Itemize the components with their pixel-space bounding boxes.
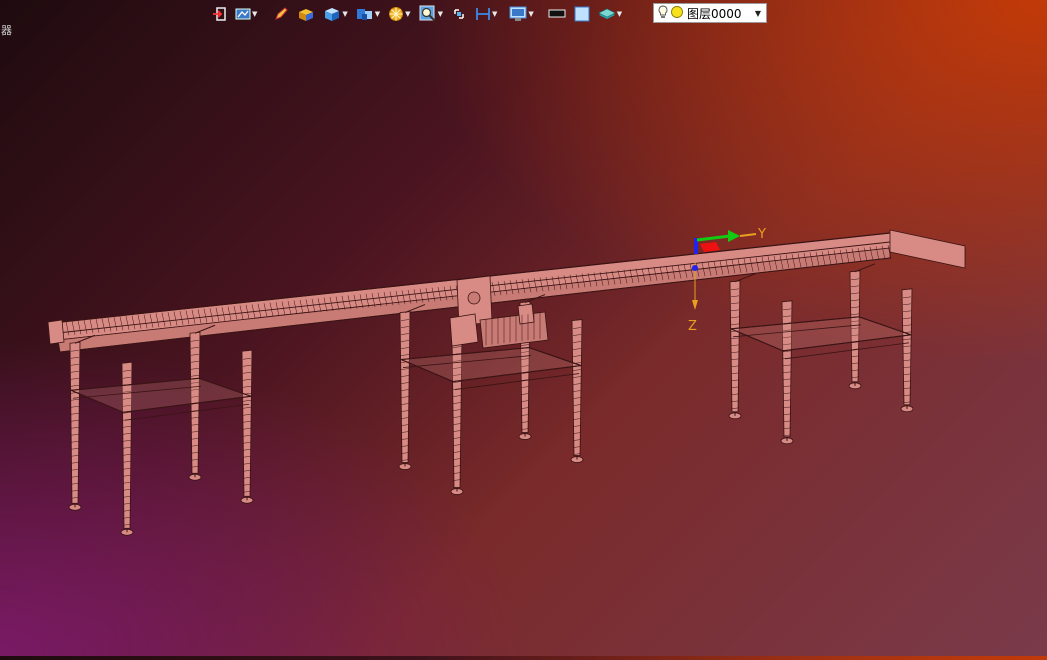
motor-housing [449, 313, 479, 347]
chevron-down-icon: ▼ [437, 9, 443, 18]
layer-select[interactable]: 图层0000 ▼ [653, 3, 767, 23]
render-sphere-icon [388, 6, 404, 22]
chevron-down-icon: ▼ [252, 9, 258, 18]
frame-left-leg [69, 341, 81, 504]
monitor-settings-icon [509, 6, 527, 22]
z-axis-marker [692, 265, 698, 271]
y-axis-extension [739, 233, 757, 237]
chevron-down-icon: ▼ [405, 9, 411, 18]
z-axis-label: Z [688, 319, 697, 334]
zoom-button[interactable]: ▼ [416, 4, 446, 24]
view-cube-button[interactable]: ▼ [320, 4, 350, 24]
chevron-down-icon: ▼ [342, 9, 348, 18]
fill-color-button[interactable] [571, 4, 593, 24]
dimension-icon [475, 6, 491, 22]
exit-arrow-button[interactable] [208, 4, 230, 24]
fill-color-icon [574, 6, 590, 22]
drive-hole [467, 291, 481, 305]
rotate-icon [451, 6, 467, 22]
solid-box-icon [297, 6, 315, 22]
frame-right-bracket [854, 263, 876, 273]
projection-button[interactable]: ▼ [353, 4, 383, 24]
y-axis-arrow [696, 234, 731, 242]
line-color-icon [548, 7, 566, 21]
motor-mount [517, 303, 535, 325]
chevron-down-icon: ▼ [528, 9, 534, 18]
chevron-down-icon: ▼ [491, 9, 498, 18]
sun-icon [670, 5, 684, 22]
y-axis-arrowhead [728, 230, 740, 242]
line-color-button[interactable] [545, 4, 569, 24]
rail-end-box-right [889, 229, 966, 269]
chevron-down-icon: ▼ [616, 9, 623, 18]
display-mode-icon [235, 6, 251, 22]
rail-end-box-left [47, 319, 65, 345]
chevron-down-icon[interactable]: ▼ [750, 9, 766, 18]
layer-stack-button[interactable]: ▼ [595, 4, 625, 24]
layer-select-value: 图层0000 [687, 6, 742, 21]
y-axis-label: Y [757, 227, 766, 242]
conveyor-model: YZ [47, 227, 966, 536]
pencil-icon [273, 6, 289, 22]
view-cube-icon [323, 6, 341, 22]
exit-arrow-icon [211, 6, 227, 22]
corner-glyph: 器 [1, 24, 12, 37]
frame-center-leg [571, 319, 583, 456]
monitor-settings-button[interactable]: ▼ [506, 4, 536, 24]
z-axis-tip [692, 300, 698, 310]
zoom-lens-icon [419, 5, 437, 23]
view-toolbar: ▼ ▼ ▼ ▼ ▼ ▼ ▼ ▼ [208, 3, 625, 25]
pencil-button[interactable] [270, 4, 292, 24]
display-mode-button[interactable]: ▼ [232, 4, 260, 24]
dimension-button[interactable]: ▼ [472, 4, 500, 24]
lightbulb-icon [658, 5, 668, 22]
projection-icon [356, 6, 374, 22]
chevron-down-icon: ▼ [374, 9, 381, 18]
3d-viewport[interactable]: YZ [0, 0, 1047, 656]
rotate-button[interactable] [448, 4, 470, 24]
x-axis-arrow [700, 242, 720, 252]
frame-right-leg [729, 280, 741, 413]
frame-right-leg [781, 300, 793, 438]
solid-box-button[interactable] [294, 4, 318, 24]
render-sphere-button[interactable]: ▼ [385, 4, 413, 24]
layer-stack-icon [598, 6, 616, 22]
